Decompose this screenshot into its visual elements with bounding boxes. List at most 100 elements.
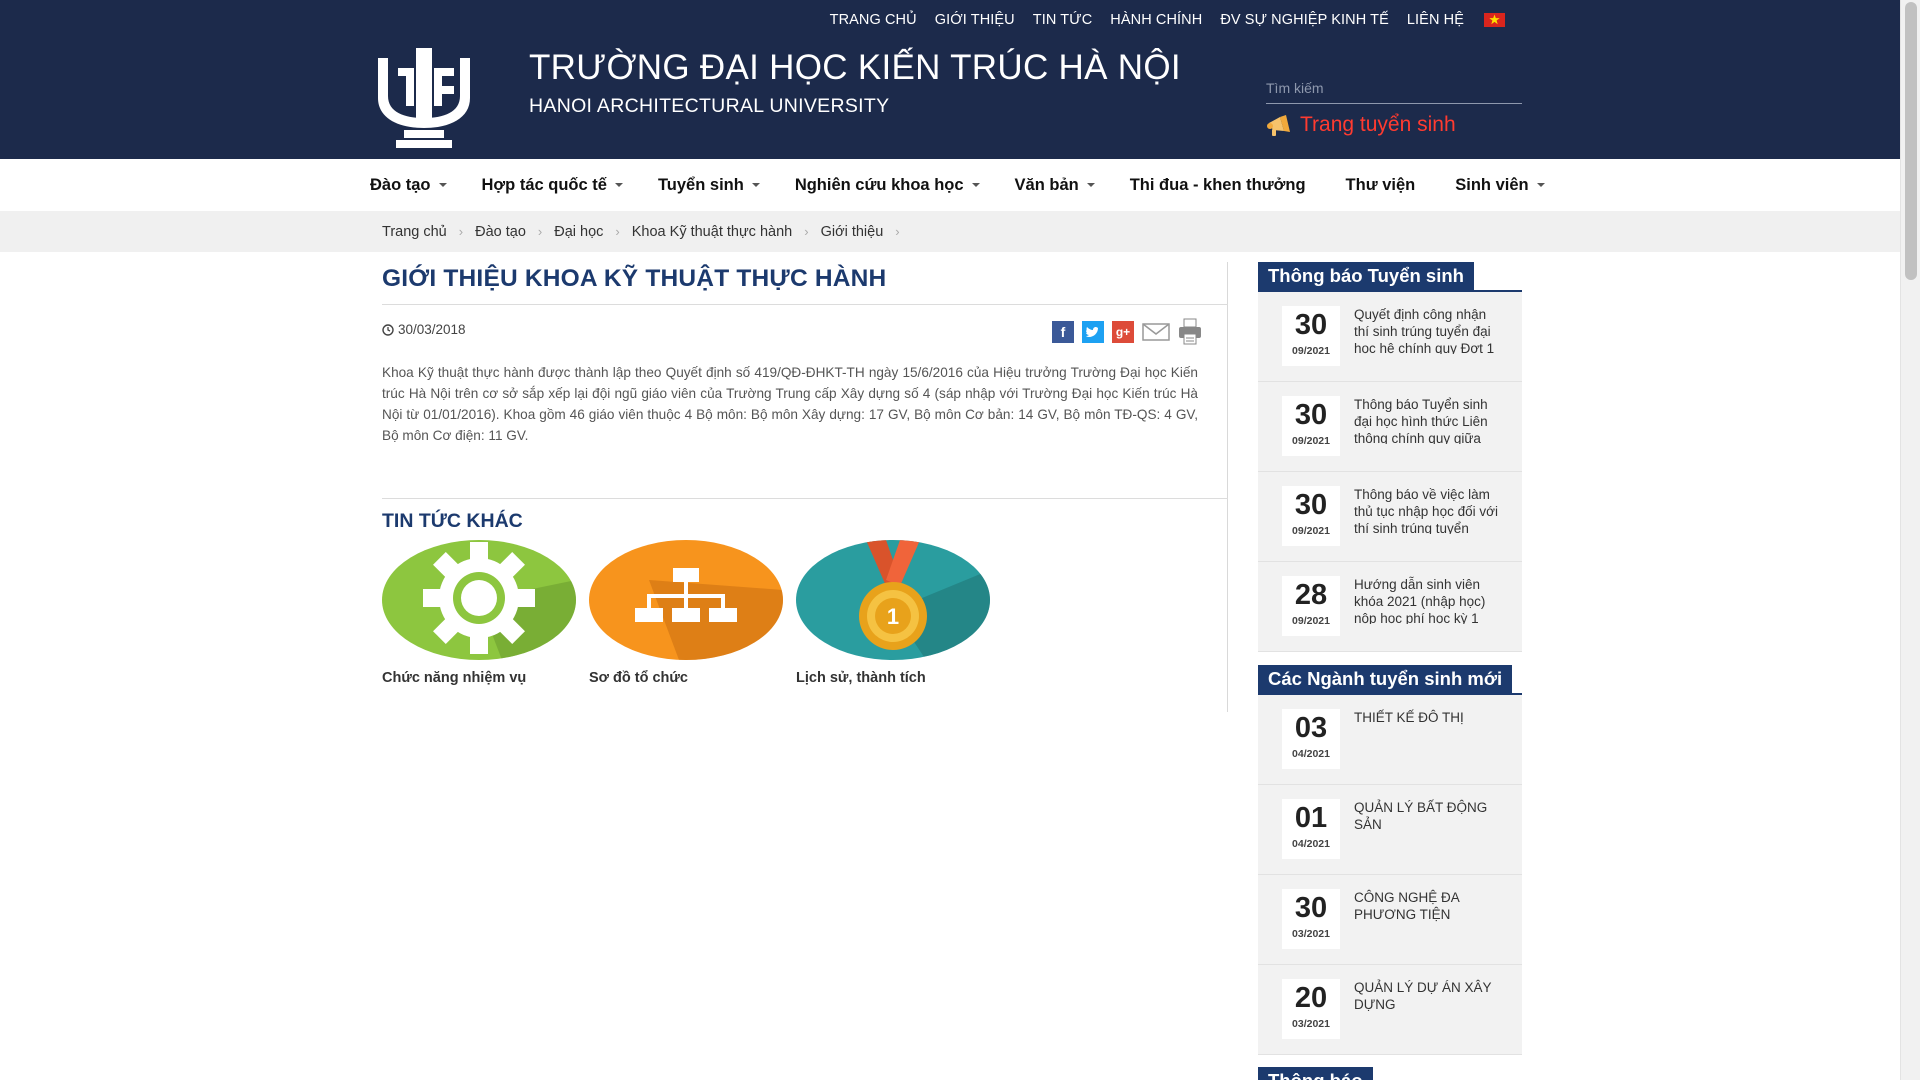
other-news-list: Chức năng nhiệm vụ Sơ đồ tổ chức 1 Lịch … — [382, 540, 990, 686]
vietnam-flag-icon[interactable] — [1484, 13, 1505, 27]
date-month: 09/2021 — [1292, 525, 1330, 537]
list-item-text[interactable]: CÔNG NGHỆ ĐA PHƯƠNG TIỆN — [1354, 889, 1499, 937]
topnav-about[interactable]: GIỚI THIỆU — [935, 12, 1015, 28]
nav-sinh-vien[interactable]: Sinh viên — [1455, 175, 1545, 195]
date-month: 09/2021 — [1292, 435, 1330, 447]
news-card-caption[interactable]: Chức năng nhiệm vụ — [382, 670, 576, 686]
search-input[interactable] — [1266, 74, 1522, 102]
news-card[interactable]: 1 Lịch sử, thành tích — [796, 540, 990, 686]
topnav-economic-units[interactable]: ĐV SỰ NGHIỆP KINH TẾ — [1220, 12, 1389, 28]
list-item[interactable]: 30 09/2021 Quyết định công nhận thí sinh… — [1258, 292, 1522, 382]
nav-nghien-cuu-khoa-hoc[interactable]: Nghiên cứu khoa học — [795, 176, 980, 195]
caret-down-icon — [438, 183, 447, 187]
list-item[interactable]: 30 03/2021 CÔNG NGHỆ ĐA PHƯƠNG TIỆN — [1258, 875, 1522, 965]
topnav-contact[interactable]: LIÊN HỆ — [1407, 12, 1464, 28]
university-title[interactable]: TRƯỜNG ĐẠI HỌC KIẾN TRÚC HÀ NỘI — [529, 48, 1181, 88]
share-bar: f g+ — [1052, 318, 1202, 346]
breadcrumb-item[interactable]: Trang chủ — [382, 224, 447, 240]
breadcrumb-item[interactable]: Đại học — [554, 224, 603, 240]
news-card-caption[interactable]: Sơ đồ tổ chức — [589, 670, 783, 686]
nav-van-ban[interactable]: Văn bản — [1015, 176, 1095, 195]
chevron-right-icon: › — [804, 224, 809, 239]
date-day: 30 — [1294, 399, 1328, 431]
chevron-right-icon: › — [895, 224, 900, 239]
list-item-text[interactable]: QUẢN LÝ BẤT ĐỘNG SẢN — [1354, 799, 1499, 847]
medal-icon[interactable]: 1 — [796, 540, 990, 660]
list-item-text[interactable]: Hướng dẫn sinh viên khóa 2021 (nhập học)… — [1354, 576, 1499, 624]
article-date: 30/03/2018 — [382, 322, 466, 337]
date-badge: 30 09/2021 — [1282, 306, 1340, 366]
list-item-text[interactable]: THIẾT KẾ ĐÔ THỊ — [1354, 709, 1499, 757]
facebook-icon[interactable]: f — [1052, 321, 1074, 343]
breadcrumb-item[interactable]: Đào tạo — [475, 224, 526, 240]
date-badge: 30 03/2021 — [1282, 889, 1340, 949]
list-item[interactable]: 01 04/2021 QUẢN LÝ BẤT ĐỘNG SẢN — [1258, 785, 1522, 875]
date-day: 03 — [1294, 712, 1328, 744]
gear-icon[interactable] — [382, 540, 576, 660]
topnav-admin[interactable]: HÀNH CHÍNH — [1110, 12, 1202, 28]
news-card-caption[interactable]: Lịch sử, thành tích — [796, 670, 990, 686]
clock-icon — [382, 323, 394, 336]
list-item-text[interactable]: QUẢN LÝ DỰ ÁN XÂY DỰNG — [1354, 979, 1499, 1027]
nav-hop-tac-quoc-te[interactable]: Hợp tác quốc tế — [482, 176, 623, 195]
nav-label: Thi đua - khen thưởng — [1129, 175, 1306, 194]
list-item[interactable]: 30 09/2021 Thông báo Tuyển sinh đại học … — [1258, 382, 1522, 472]
org-chart-icon[interactable] — [589, 540, 783, 660]
page-scrollbar[interactable] — [1900, 0, 1920, 1080]
breadcrumb-item[interactable]: Giới thiệu — [821, 224, 884, 240]
list-item[interactable]: 30 09/2021 Thông báo về việc làm thủ tục… — [1258, 472, 1522, 562]
caret-down-icon — [971, 183, 980, 187]
date-badge: 30 09/2021 — [1282, 486, 1340, 546]
list-item-text[interactable]: Thông báo về việc làm thủ tục nhập học đ… — [1354, 486, 1499, 534]
flag-star-icon — [1489, 14, 1500, 25]
list-item-text[interactable]: Thông báo Tuyển sinh đại học hình thức L… — [1354, 396, 1499, 444]
sidebar-box-title-label[interactable]: Thông báo — [1258, 1067, 1373, 1080]
news-card[interactable]: Sơ đồ tổ chức — [589, 540, 783, 686]
twitter-icon[interactable] — [1082, 321, 1104, 343]
sidebar-box-title-label[interactable]: Các Ngành tuyển sinh mới — [1258, 665, 1513, 693]
main-nav: Đào tạo Hợp tác quốc tế Tuyển sinh Nghiê… — [0, 159, 1900, 211]
caret-down-icon — [751, 183, 760, 187]
site-header: TRANG CHỦ GIỚI THIỆU TIN TỨC HÀNH CHÍNH … — [0, 0, 1900, 159]
date-badge: 01 04/2021 — [1282, 799, 1340, 859]
content-divider — [1227, 262, 1228, 712]
date-day: 01 — [1294, 802, 1328, 834]
chevron-right-icon: › — [615, 224, 620, 239]
date-badge: 03 04/2021 — [1282, 709, 1340, 769]
topnav-news[interactable]: TIN TỨC — [1033, 12, 1093, 28]
print-icon[interactable] — [1178, 318, 1202, 346]
news-card[interactable]: Chức năng nhiệm vụ — [382, 540, 576, 686]
list-item[interactable]: 28 09/2021 Hướng dẫn sinh viên khóa 2021… — [1258, 562, 1522, 652]
nav-thi-dua-khen-thuong[interactable]: Thi đua - khen thưởng — [1130, 176, 1306, 195]
date-month: 03/2021 — [1292, 928, 1330, 940]
google-plus-icon[interactable]: g+ — [1112, 321, 1134, 343]
chevron-right-icon: › — [537, 224, 543, 239]
scrollbar-thumb[interactable] — [1905, 2, 1917, 280]
top-nav: TRANG CHỦ GIỚI THIỆU TIN TỨC HÀNH CHÍNH … — [830, 12, 1505, 28]
breadcrumb-item[interactable]: Khoa Kỹ thuật thực hành — [632, 224, 792, 240]
chevron-right-icon: › — [458, 224, 464, 239]
list-item[interactable]: 03 04/2021 THIẾT KẾ ĐÔ THỊ — [1258, 695, 1522, 785]
date-day: 30 — [1294, 489, 1328, 521]
sidebar-box-title-label[interactable]: Thông báo Tuyển sinh — [1258, 262, 1474, 290]
date-badge: 30 09/2021 — [1282, 396, 1340, 456]
list-item-text[interactable]: Quyết định công nhận thí sinh trúng tuyể… — [1354, 306, 1499, 354]
date-day: 28 — [1294, 579, 1328, 611]
article: GIỚI THIỆU KHOA KỸ THUẬT THỰC HÀNH 30/03… — [382, 262, 1228, 686]
nav-thu-vien[interactable]: Thư viện — [1346, 176, 1416, 195]
hau-logo-icon[interactable] — [368, 46, 480, 150]
nav-label: Sinh viên — [1455, 175, 1529, 194]
date-day: 30 — [1294, 892, 1328, 924]
sidebar-box-title: Các Ngành tuyển sinh mới — [1258, 665, 1522, 695]
nav-label: Thư viện — [1345, 175, 1416, 194]
topnav-home[interactable]: TRANG CHỦ — [830, 12, 917, 28]
date-badge: 28 09/2021 — [1282, 576, 1340, 636]
nav-tuyen-sinh[interactable]: Tuyển sinh — [658, 176, 760, 195]
email-icon[interactable] — [1142, 321, 1170, 343]
list-item[interactable]: 20 03/2021 QUẢN LÝ DỰ ÁN XÂY DỰNG — [1258, 965, 1522, 1055]
recruit-link[interactable]: Trang tuyển sinh — [1266, 113, 1456, 137]
sidebar-new-majors: Các Ngành tuyển sinh mới 03 04/2021 THIẾ… — [1258, 665, 1522, 1055]
search-box — [1266, 74, 1522, 104]
date-month: 03/2021 — [1292, 1018, 1330, 1030]
nav-dao-tao[interactable]: Đào tạo — [370, 176, 447, 195]
